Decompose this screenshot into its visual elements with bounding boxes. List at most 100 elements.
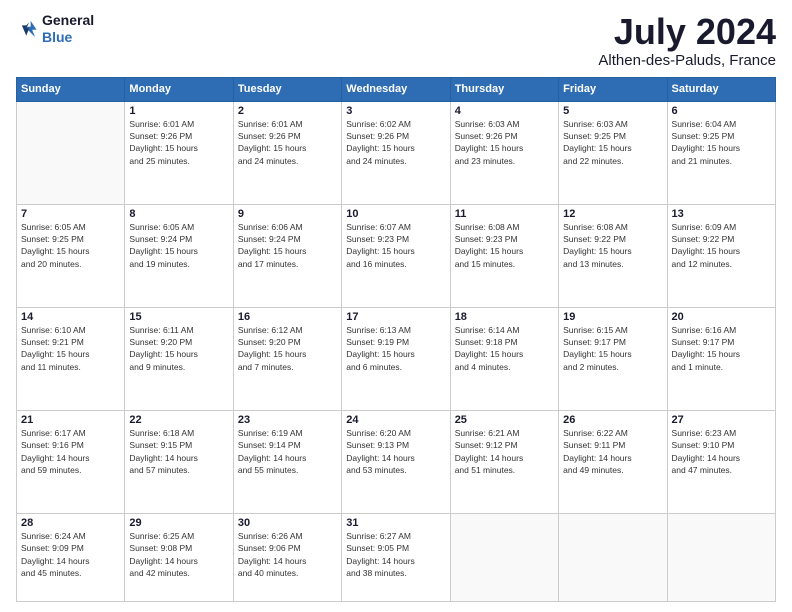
table-row bbox=[450, 513, 558, 601]
header-sunday: Sunday bbox=[17, 77, 125, 101]
day-info: Sunrise: 6:11 AM Sunset: 9:20 PM Dayligh… bbox=[129, 324, 228, 373]
day-number: 14 bbox=[21, 311, 120, 323]
day-info: Sunrise: 6:03 AM Sunset: 9:25 PM Dayligh… bbox=[563, 118, 662, 167]
day-number: 6 bbox=[672, 105, 771, 117]
day-info: Sunrise: 6:16 AM Sunset: 9:17 PM Dayligh… bbox=[672, 324, 771, 373]
header-friday: Friday bbox=[559, 77, 667, 101]
table-row: 5Sunrise: 6:03 AM Sunset: 9:25 PM Daylig… bbox=[559, 101, 667, 204]
day-info: Sunrise: 6:13 AM Sunset: 9:19 PM Dayligh… bbox=[346, 324, 445, 373]
day-number: 11 bbox=[455, 208, 554, 220]
table-row: 25Sunrise: 6:21 AM Sunset: 9:12 PM Dayli… bbox=[450, 410, 558, 513]
table-row: 29Sunrise: 6:25 AM Sunset: 9:08 PM Dayli… bbox=[125, 513, 233, 601]
table-row: 7Sunrise: 6:05 AM Sunset: 9:25 PM Daylig… bbox=[17, 204, 125, 307]
logo-text: General Blue bbox=[42, 12, 94, 46]
table-row: 13Sunrise: 6:09 AM Sunset: 9:22 PM Dayli… bbox=[667, 204, 775, 307]
day-info: Sunrise: 6:25 AM Sunset: 9:08 PM Dayligh… bbox=[129, 530, 228, 579]
day-info: Sunrise: 6:07 AM Sunset: 9:23 PM Dayligh… bbox=[346, 221, 445, 270]
day-number: 7 bbox=[21, 208, 120, 220]
page: General Blue July 2024 Althen-des-Paluds… bbox=[0, 0, 792, 612]
table-row: 23Sunrise: 6:19 AM Sunset: 9:14 PM Dayli… bbox=[233, 410, 341, 513]
day-info: Sunrise: 6:05 AM Sunset: 9:25 PM Dayligh… bbox=[21, 221, 120, 270]
day-number: 2 bbox=[238, 105, 337, 117]
day-number: 5 bbox=[563, 105, 662, 117]
table-row: 4Sunrise: 6:03 AM Sunset: 9:26 PM Daylig… bbox=[450, 101, 558, 204]
table-row: 2Sunrise: 6:01 AM Sunset: 9:26 PM Daylig… bbox=[233, 101, 341, 204]
day-info: Sunrise: 6:21 AM Sunset: 9:12 PM Dayligh… bbox=[455, 427, 554, 476]
day-number: 26 bbox=[563, 414, 662, 426]
day-number: 29 bbox=[129, 517, 228, 529]
logo: General Blue bbox=[16, 12, 94, 46]
calendar-header-row: Sunday Monday Tuesday Wednesday Thursday… bbox=[17, 77, 776, 101]
table-row: 11Sunrise: 6:08 AM Sunset: 9:23 PM Dayli… bbox=[450, 204, 558, 307]
table-row: 3Sunrise: 6:02 AM Sunset: 9:26 PM Daylig… bbox=[342, 101, 450, 204]
table-row: 31Sunrise: 6:27 AM Sunset: 9:05 PM Dayli… bbox=[342, 513, 450, 601]
table-row: 20Sunrise: 6:16 AM Sunset: 9:17 PM Dayli… bbox=[667, 307, 775, 410]
day-number: 31 bbox=[346, 517, 445, 529]
table-row: 16Sunrise: 6:12 AM Sunset: 9:20 PM Dayli… bbox=[233, 307, 341, 410]
header-tuesday: Tuesday bbox=[233, 77, 341, 101]
table-row: 30Sunrise: 6:26 AM Sunset: 9:06 PM Dayli… bbox=[233, 513, 341, 601]
day-info: Sunrise: 6:01 AM Sunset: 9:26 PM Dayligh… bbox=[129, 118, 228, 167]
day-info: Sunrise: 6:04 AM Sunset: 9:25 PM Dayligh… bbox=[672, 118, 771, 167]
day-info: Sunrise: 6:12 AM Sunset: 9:20 PM Dayligh… bbox=[238, 324, 337, 373]
day-info: Sunrise: 6:20 AM Sunset: 9:13 PM Dayligh… bbox=[346, 427, 445, 476]
day-info: Sunrise: 6:02 AM Sunset: 9:26 PM Dayligh… bbox=[346, 118, 445, 167]
table-row: 17Sunrise: 6:13 AM Sunset: 9:19 PM Dayli… bbox=[342, 307, 450, 410]
table-row: 24Sunrise: 6:20 AM Sunset: 9:13 PM Dayli… bbox=[342, 410, 450, 513]
table-row bbox=[667, 513, 775, 601]
day-number: 21 bbox=[21, 414, 120, 426]
table-row: 15Sunrise: 6:11 AM Sunset: 9:20 PM Dayli… bbox=[125, 307, 233, 410]
day-number: 12 bbox=[563, 208, 662, 220]
header: General Blue July 2024 Althen-des-Paluds… bbox=[16, 12, 776, 69]
table-row bbox=[559, 513, 667, 601]
day-number: 30 bbox=[238, 517, 337, 529]
table-row: 28Sunrise: 6:24 AM Sunset: 9:09 PM Dayli… bbox=[17, 513, 125, 601]
table-row: 1Sunrise: 6:01 AM Sunset: 9:26 PM Daylig… bbox=[125, 101, 233, 204]
day-info: Sunrise: 6:06 AM Sunset: 9:24 PM Dayligh… bbox=[238, 221, 337, 270]
day-number: 27 bbox=[672, 414, 771, 426]
day-number: 23 bbox=[238, 414, 337, 426]
table-row: 27Sunrise: 6:23 AM Sunset: 9:10 PM Dayli… bbox=[667, 410, 775, 513]
day-number: 13 bbox=[672, 208, 771, 220]
day-info: Sunrise: 6:27 AM Sunset: 9:05 PM Dayligh… bbox=[346, 530, 445, 579]
table-row: 6Sunrise: 6:04 AM Sunset: 9:25 PM Daylig… bbox=[667, 101, 775, 204]
day-info: Sunrise: 6:08 AM Sunset: 9:22 PM Dayligh… bbox=[563, 221, 662, 270]
day-number: 3 bbox=[346, 105, 445, 117]
day-info: Sunrise: 6:05 AM Sunset: 9:24 PM Dayligh… bbox=[129, 221, 228, 270]
day-number: 19 bbox=[563, 311, 662, 323]
day-info: Sunrise: 6:24 AM Sunset: 9:09 PM Dayligh… bbox=[21, 530, 120, 579]
day-info: Sunrise: 6:01 AM Sunset: 9:26 PM Dayligh… bbox=[238, 118, 337, 167]
table-row: 26Sunrise: 6:22 AM Sunset: 9:11 PM Dayli… bbox=[559, 410, 667, 513]
day-number: 8 bbox=[129, 208, 228, 220]
title-area: July 2024 Althen-des-Paluds, France bbox=[598, 12, 776, 69]
day-number: 20 bbox=[672, 311, 771, 323]
table-row: 8Sunrise: 6:05 AM Sunset: 9:24 PM Daylig… bbox=[125, 204, 233, 307]
table-row bbox=[17, 101, 125, 204]
header-monday: Monday bbox=[125, 77, 233, 101]
day-info: Sunrise: 6:15 AM Sunset: 9:17 PM Dayligh… bbox=[563, 324, 662, 373]
day-number: 22 bbox=[129, 414, 228, 426]
logo-line1: General bbox=[42, 12, 94, 29]
day-info: Sunrise: 6:10 AM Sunset: 9:21 PM Dayligh… bbox=[21, 324, 120, 373]
day-info: Sunrise: 6:22 AM Sunset: 9:11 PM Dayligh… bbox=[563, 427, 662, 476]
day-number: 17 bbox=[346, 311, 445, 323]
day-number: 24 bbox=[346, 414, 445, 426]
header-wednesday: Wednesday bbox=[342, 77, 450, 101]
table-row: 18Sunrise: 6:14 AM Sunset: 9:18 PM Dayli… bbox=[450, 307, 558, 410]
header-saturday: Saturday bbox=[667, 77, 775, 101]
table-row: 22Sunrise: 6:18 AM Sunset: 9:15 PM Dayli… bbox=[125, 410, 233, 513]
day-info: Sunrise: 6:09 AM Sunset: 9:22 PM Dayligh… bbox=[672, 221, 771, 270]
day-number: 1 bbox=[129, 105, 228, 117]
day-info: Sunrise: 6:14 AM Sunset: 9:18 PM Dayligh… bbox=[455, 324, 554, 373]
day-info: Sunrise: 6:17 AM Sunset: 9:16 PM Dayligh… bbox=[21, 427, 120, 476]
day-info: Sunrise: 6:19 AM Sunset: 9:14 PM Dayligh… bbox=[238, 427, 337, 476]
table-row: 9Sunrise: 6:06 AM Sunset: 9:24 PM Daylig… bbox=[233, 204, 341, 307]
day-number: 28 bbox=[21, 517, 120, 529]
day-info: Sunrise: 6:03 AM Sunset: 9:26 PM Dayligh… bbox=[455, 118, 554, 167]
day-number: 18 bbox=[455, 311, 554, 323]
table-row: 12Sunrise: 6:08 AM Sunset: 9:22 PM Dayli… bbox=[559, 204, 667, 307]
day-info: Sunrise: 6:26 AM Sunset: 9:06 PM Dayligh… bbox=[238, 530, 337, 579]
day-number: 25 bbox=[455, 414, 554, 426]
location-title: Althen-des-Paluds, France bbox=[598, 52, 776, 69]
day-info: Sunrise: 6:18 AM Sunset: 9:15 PM Dayligh… bbox=[129, 427, 228, 476]
